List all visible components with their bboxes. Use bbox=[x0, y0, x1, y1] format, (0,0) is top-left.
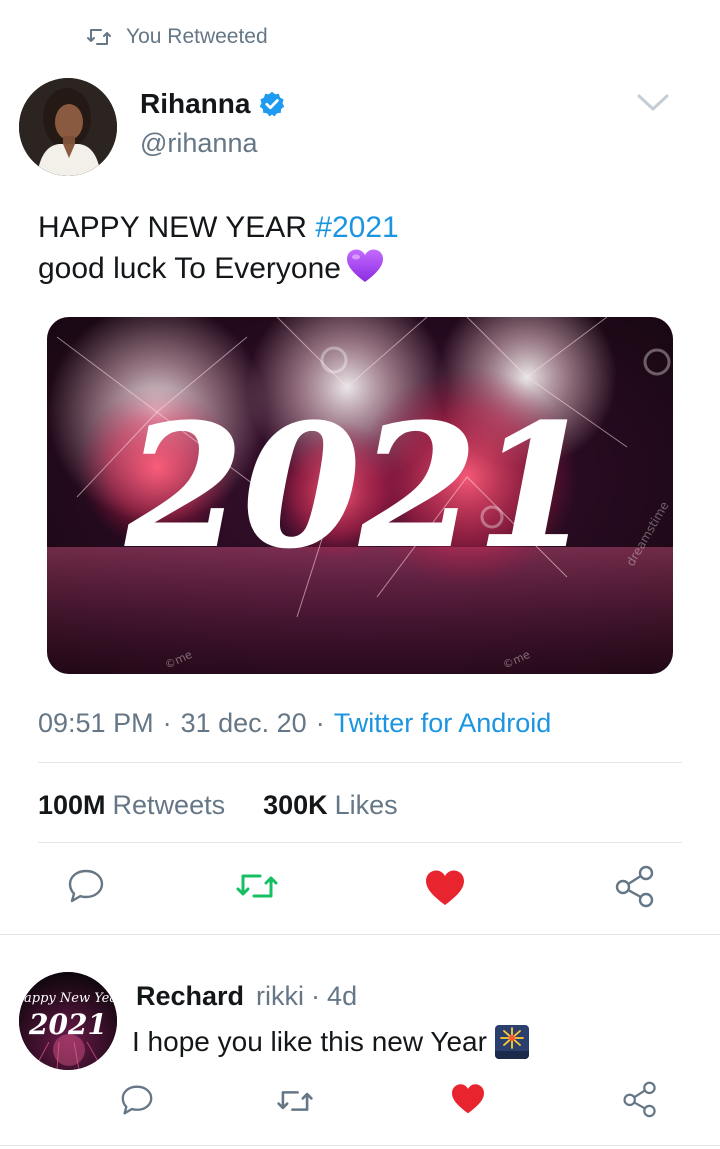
divider bbox=[0, 934, 720, 935]
reply-retweet-button[interactable] bbox=[274, 1084, 316, 1118]
tweet-text-line1: HAPPY NEW YEAR bbox=[38, 211, 316, 244]
retweet-icon bbox=[277, 1091, 313, 1111]
tweet-media-image[interactable]: 2021 dreamstime ©me ©me bbox=[47, 317, 673, 674]
reply-header: Rechard rikki · 4d bbox=[136, 978, 357, 1014]
media-overlay-text: 2021 bbox=[125, 387, 594, 585]
divider bbox=[38, 762, 682, 763]
retweet-icon bbox=[236, 874, 278, 898]
tweet-stats: 100M Retweets 300K Likes bbox=[38, 785, 398, 825]
retweets-label: Retweets bbox=[112, 789, 226, 820]
share-icon bbox=[623, 1081, 656, 1118]
divider bbox=[0, 1145, 720, 1146]
reply-reply-button[interactable] bbox=[116, 1082, 158, 1118]
reply-icon bbox=[68, 869, 104, 903]
share-icon bbox=[615, 865, 654, 908]
retweet-context-label: You Retweeted bbox=[126, 25, 268, 48]
reply-text-content: I hope you like this new Year bbox=[132, 1026, 487, 1057]
heart-icon bbox=[452, 1084, 484, 1114]
separator-dot: · bbox=[162, 707, 172, 738]
reply-like-button[interactable] bbox=[448, 1080, 488, 1118]
retweet-icon bbox=[87, 29, 111, 45]
likes-stat[interactable]: 300K Likes bbox=[263, 790, 398, 821]
tweet-text-line2: good luck To Everyone bbox=[38, 252, 341, 285]
separator-dot: · bbox=[315, 707, 325, 738]
avatar[interactable] bbox=[19, 78, 117, 176]
reply-avatar[interactable]: Happy New Year 2021 bbox=[19, 972, 117, 1070]
tweet-text: HAPPY NEW YEAR #2021 good luck To Everyo… bbox=[38, 208, 688, 289]
purple-heart-icon bbox=[346, 249, 383, 282]
fireworks-icon bbox=[494, 1025, 529, 1059]
hashtag-link[interactable]: #2021 bbox=[315, 211, 398, 244]
retweet-button[interactable] bbox=[232, 866, 282, 906]
reply-avatar-top-text: Happy New Year bbox=[19, 991, 117, 1006]
heart-icon bbox=[426, 870, 464, 905]
author-handle: @rihanna bbox=[140, 128, 258, 158]
divider bbox=[38, 842, 682, 843]
reply-text: I hope you like this new Year bbox=[132, 1022, 529, 1062]
chevron-down-icon[interactable] bbox=[636, 92, 670, 114]
like-button[interactable] bbox=[422, 866, 468, 910]
tweet-date[interactable]: 31 dec. 20 bbox=[181, 708, 307, 739]
separator-dot: · bbox=[311, 980, 321, 1011]
reply-author-name[interactable]: Rechard bbox=[136, 981, 244, 1012]
tweet-time[interactable]: 09:51 PM bbox=[38, 708, 154, 739]
retweets-stat[interactable]: 100M Retweets bbox=[38, 790, 225, 821]
verified-badge-icon bbox=[260, 91, 285, 117]
reply-share-button[interactable] bbox=[620, 1078, 660, 1120]
likes-count: 300K bbox=[263, 789, 328, 820]
reply-avatar-text: 2021 bbox=[28, 1008, 107, 1041]
retweets-count: 100M bbox=[38, 789, 106, 820]
share-button[interactable] bbox=[612, 862, 658, 910]
likes-label: Likes bbox=[334, 789, 398, 820]
reply-author-handle: rikki bbox=[256, 980, 305, 1011]
tweet-meta: 09:51 PM · 31 dec. 20 · Twitter for Andr… bbox=[38, 703, 551, 743]
tweet-source-link[interactable]: Twitter for Android bbox=[334, 708, 552, 739]
retweet-context: You Retweeted bbox=[86, 22, 268, 52]
reply-timestamp[interactable]: 4d bbox=[327, 981, 357, 1012]
reply-icon bbox=[121, 1085, 153, 1115]
author-name[interactable]: Rihanna bbox=[140, 88, 250, 120]
tweet-author[interactable]: Rihanna @rihanna bbox=[140, 84, 286, 159]
reply-button[interactable] bbox=[62, 866, 110, 906]
